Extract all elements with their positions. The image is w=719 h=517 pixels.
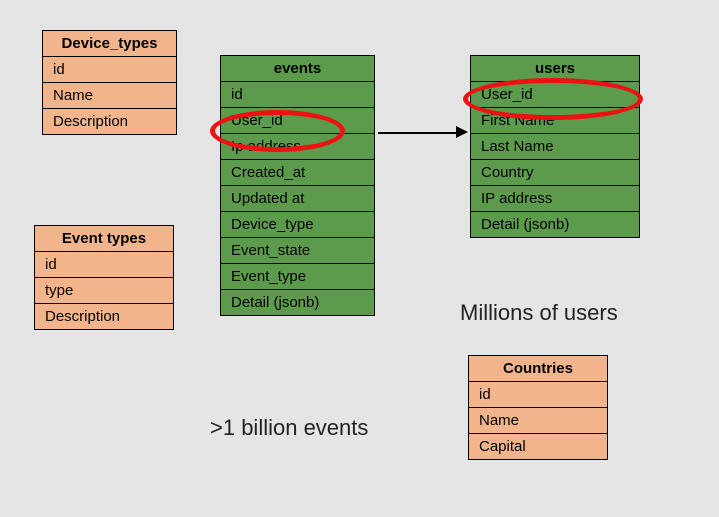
table-row: Name xyxy=(43,83,176,109)
table-row: IP address xyxy=(471,186,639,212)
table-events: events id User_id Ip address Created_at … xyxy=(220,55,375,316)
relation-arrow-head-icon xyxy=(456,126,468,138)
table-row: Name xyxy=(469,408,607,434)
table-row: Event_type xyxy=(221,264,374,290)
table-row: type xyxy=(35,278,173,304)
table-row: Event_state xyxy=(221,238,374,264)
table-row: Detail (jsonb) xyxy=(471,212,639,237)
table-row: id xyxy=(469,382,607,408)
table-row: id xyxy=(43,57,176,83)
table-row: Description xyxy=(43,109,176,134)
table-row: Last Name xyxy=(471,134,639,160)
table-row: id xyxy=(35,252,173,278)
caption-users: Millions of users xyxy=(460,300,618,326)
table-row: Detail (jsonb) xyxy=(221,290,374,315)
table-row: Capital xyxy=(469,434,607,459)
table-event-types: Event types id type Description xyxy=(34,225,174,330)
table-header: Countries xyxy=(469,356,607,382)
highlight-ellipse-events-userid xyxy=(210,110,345,152)
table-row: Created_at xyxy=(221,160,374,186)
table-countries: Countries id Name Capital xyxy=(468,355,608,460)
table-header: events xyxy=(221,56,374,82)
caption-events: >1 billion events xyxy=(210,415,368,441)
table-row: Country xyxy=(471,160,639,186)
table-row: Device_type xyxy=(221,212,374,238)
table-row: Description xyxy=(35,304,173,329)
table-row: Updated at xyxy=(221,186,374,212)
table-row: id xyxy=(221,82,374,108)
table-header: Device_types xyxy=(43,31,176,57)
table-device-types: Device_types id Name Description xyxy=(42,30,177,135)
table-header: Event types xyxy=(35,226,173,252)
highlight-ellipse-users-userid xyxy=(463,78,643,120)
relation-arrow-line xyxy=(378,132,458,134)
